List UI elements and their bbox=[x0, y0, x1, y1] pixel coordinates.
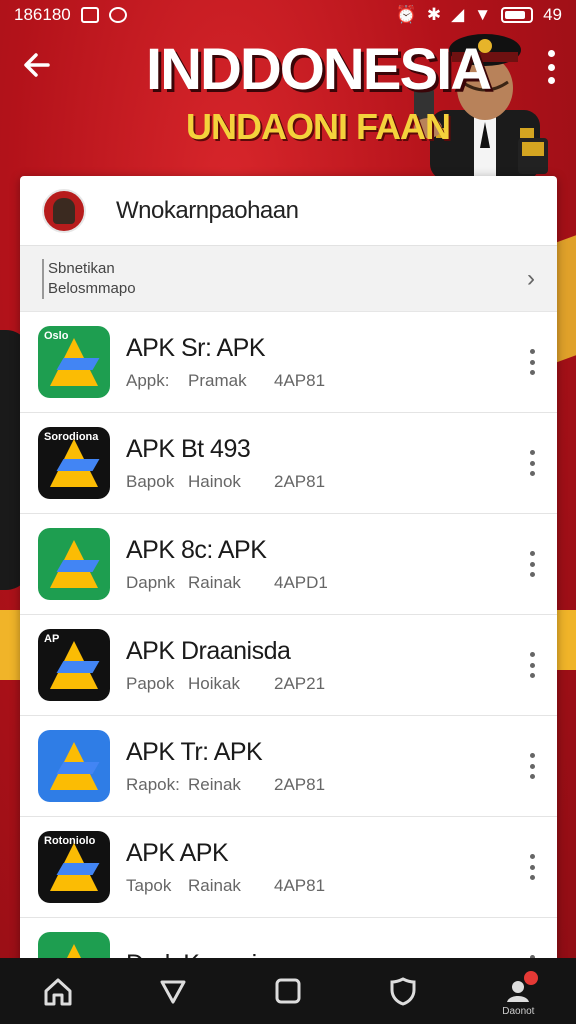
app-meta-3: 4AP81 bbox=[274, 370, 326, 390]
list-item[interactable]: Sorodiona APK Bt 493 Bapok Hainok 2AP81 bbox=[20, 413, 557, 514]
item-menu-icon[interactable] bbox=[527, 349, 537, 375]
app-icon[interactable]: AP bbox=[38, 629, 110, 701]
chevron-right-icon[interactable]: › bbox=[527, 265, 535, 293]
app-meta-2: Pramak bbox=[188, 370, 247, 390]
app-name: APK Sr: APK bbox=[126, 333, 266, 362]
status-time: 186180 bbox=[14, 5, 71, 24]
card-header: Wnokarnpaohaan bbox=[20, 176, 557, 246]
avatar[interactable] bbox=[42, 188, 86, 233]
app-icon[interactable] bbox=[38, 528, 110, 600]
wifi-icon: ▼ bbox=[474, 5, 492, 24]
app-name: APK Tr: APK bbox=[126, 737, 263, 766]
app-icon[interactable]: Rotoniolo bbox=[38, 831, 110, 903]
back-triangle-icon[interactable] bbox=[153, 971, 193, 1011]
shield-icon[interactable] bbox=[383, 971, 423, 1011]
app-list: Oslo APK Sr: APK Appk: Pramak 4AP81 Soro… bbox=[20, 312, 557, 976]
list-item[interactable]: Oslo APK Sr: APK Appk: Pramak 4AP81 bbox=[20, 312, 557, 413]
app-icon[interactable]: Oslo bbox=[38, 326, 110, 398]
app-icon[interactable] bbox=[38, 730, 110, 802]
app-meta-3: 4AP81 bbox=[274, 875, 326, 895]
item-menu-icon[interactable] bbox=[527, 551, 537, 577]
chat-icon bbox=[108, 7, 127, 23]
item-menu-icon[interactable] bbox=[527, 450, 537, 476]
recents-square-icon[interactable] bbox=[268, 971, 308, 1011]
battery-level: 49 bbox=[543, 5, 562, 24]
status-bar: 186180 ⏰ ✱ ◢ ▼ 49 bbox=[0, 0, 576, 30]
overflow-menu-icon[interactable] bbox=[546, 50, 556, 84]
app-meta-1: Dapnk bbox=[126, 572, 176, 592]
battery-icon bbox=[501, 7, 534, 23]
list-item[interactable]: AP APK Draanisda Papok Hoikak 2AP21 bbox=[20, 615, 557, 716]
notification-badge bbox=[524, 971, 539, 985]
profile-icon[interactable]: Daonot bbox=[498, 971, 539, 1017]
app-name: APK Bt 493 bbox=[126, 434, 251, 463]
app-name: APK APK bbox=[126, 838, 229, 867]
bluetooth-icon: ✱ bbox=[426, 5, 442, 24]
app-meta-2: Hainok bbox=[188, 471, 241, 491]
app-meta-3: 2AP81 bbox=[274, 774, 326, 794]
app-meta-3: 4APD1 bbox=[274, 572, 328, 592]
bottom-navigation: Daonot bbox=[0, 958, 576, 1024]
app-meta-1: Bapok bbox=[126, 471, 175, 491]
background-decoration bbox=[554, 610, 576, 670]
app-meta-1: Papok bbox=[126, 673, 175, 693]
app-list-card: Wnokarnpaohaan Sbnetikan Belosmmapo › Os… bbox=[20, 176, 557, 976]
app-name: APK Draanisda bbox=[126, 636, 291, 665]
info-line-2: Belosmmapo bbox=[48, 279, 136, 297]
item-menu-icon[interactable] bbox=[527, 652, 537, 678]
list-item[interactable]: APK 8c: APK Dapnk Rainak 4APD1 bbox=[20, 514, 557, 615]
background-decoration bbox=[0, 610, 22, 680]
app-meta-1: Appk: bbox=[126, 370, 170, 390]
signal-icon: ◢ bbox=[451, 5, 465, 24]
banner-subtitle: UNDAONI FAAN bbox=[186, 106, 451, 147]
notification-icon bbox=[80, 7, 99, 23]
app-name: APK 8c: APK bbox=[126, 535, 267, 564]
item-menu-icon[interactable] bbox=[527, 854, 537, 880]
home-icon[interactable] bbox=[38, 971, 78, 1011]
info-line-1: Sbnetikan bbox=[48, 259, 115, 277]
app-meta-1: Tapok bbox=[126, 875, 172, 895]
app-icon[interactable]: Sorodiona bbox=[38, 427, 110, 499]
app-meta-3: 2AP21 bbox=[274, 673, 326, 693]
list-item[interactable]: Rotoniolo APK APK Tapok Rainak 4AP81 bbox=[20, 817, 557, 918]
app-meta-3: 2AP81 bbox=[274, 471, 326, 491]
app-meta-2: Rainak bbox=[188, 875, 241, 895]
list-item[interactable]: APK Tr: APK Rapok: Reinak 2AP81 bbox=[20, 716, 557, 817]
profile-label: Daonot bbox=[502, 1006, 535, 1017]
item-menu-icon[interactable] bbox=[527, 753, 537, 779]
back-arrow-icon[interactable] bbox=[20, 48, 54, 82]
banner-title: INDDONESIA bbox=[146, 37, 492, 102]
app-meta-2: Rainak bbox=[188, 572, 241, 592]
app-meta-1: Rapok: bbox=[126, 774, 180, 794]
info-row[interactable]: Sbnetikan Belosmmapo › bbox=[20, 246, 557, 312]
card-title: Wnokarnpaohaan bbox=[116, 196, 299, 224]
app-meta-2: Hoikak bbox=[188, 673, 240, 693]
app-meta-2: Reinak bbox=[188, 774, 241, 794]
alarm-icon: ⏰ bbox=[395, 5, 417, 24]
